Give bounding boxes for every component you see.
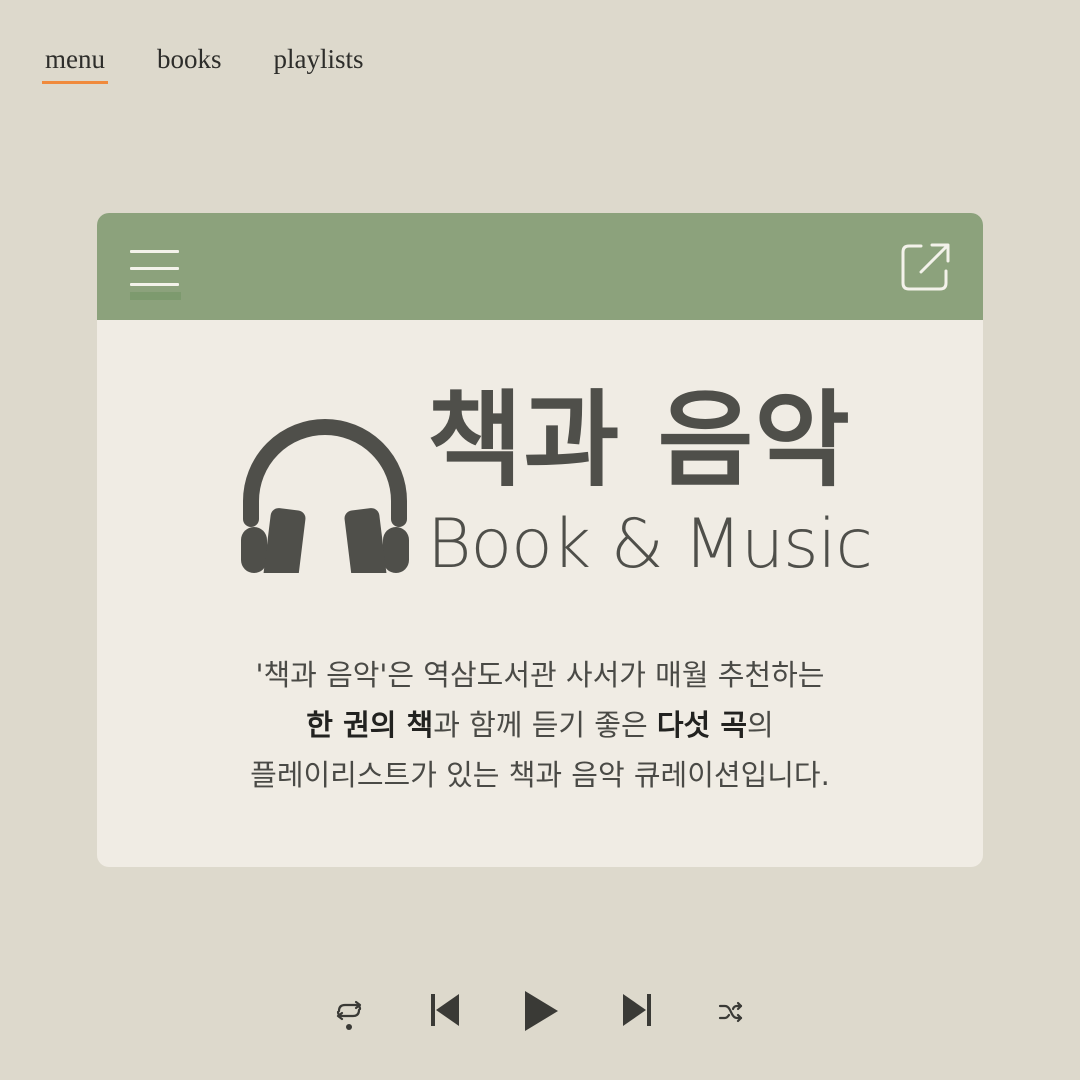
headphones-right-outer — [383, 527, 409, 573]
description-line-3: 플레이리스트가 있는 책과 음악 큐레이션입니다. — [250, 758, 830, 792]
top-nav: menu books playlists — [42, 44, 367, 84]
previous-icon[interactable] — [429, 993, 461, 1027]
headphones-right-cup — [344, 508, 387, 573]
menu-icon-highlight — [130, 292, 181, 300]
intro-card: 책과 음악 Book & Music '책과 음악'은 역삼도서관 사서가 매월… — [97, 213, 983, 867]
highlight-five-songs: 다섯 곡 — [656, 708, 747, 742]
player-controls — [0, 985, 1080, 1035]
logo: 책과 음악 Book & Music — [237, 383, 873, 591]
title-english: Book & Music — [427, 505, 873, 584]
headphones-left-outer — [241, 527, 267, 573]
title-korean: 책과 음악 — [427, 379, 851, 501]
description-line-2-text: 과 함께 듣기 좋은 — [433, 708, 657, 742]
tab-menu[interactable]: menu — [42, 44, 108, 84]
tab-playlists[interactable]: playlists — [271, 44, 367, 83]
play-icon[interactable] — [522, 990, 560, 1032]
description-line-2: 한 권의 책과 함께 듣기 좋은 다섯 곡의 — [97, 700, 983, 750]
headphones-icon — [241, 419, 409, 573]
headphones-left-cup — [263, 508, 306, 573]
repeat-icon[interactable] — [334, 999, 364, 1033]
menu-icon-line-top — [130, 250, 179, 253]
next-icon[interactable] — [621, 993, 653, 1027]
card-header — [97, 213, 983, 320]
menu-icon-line-middle — [130, 267, 179, 270]
menu-icon[interactable] — [129, 250, 181, 302]
description-line-1: '책과 음악'은 역삼도서관 사서가 매월 추천하는 — [255, 658, 825, 692]
external-link-icon[interactable] — [899, 241, 951, 293]
tab-books[interactable]: books — [154, 44, 225, 83]
highlight-one-book: 한 권의 책 — [306, 708, 434, 742]
menu-icon-line-bottom — [130, 283, 179, 286]
description-line-2-suffix: 의 — [747, 708, 774, 742]
shuffle-icon[interactable] — [718, 1001, 744, 1023]
description: '책과 음악'은 역삼도서관 사서가 매월 추천하는 한 권의 책과 함께 듣기… — [97, 650, 983, 800]
